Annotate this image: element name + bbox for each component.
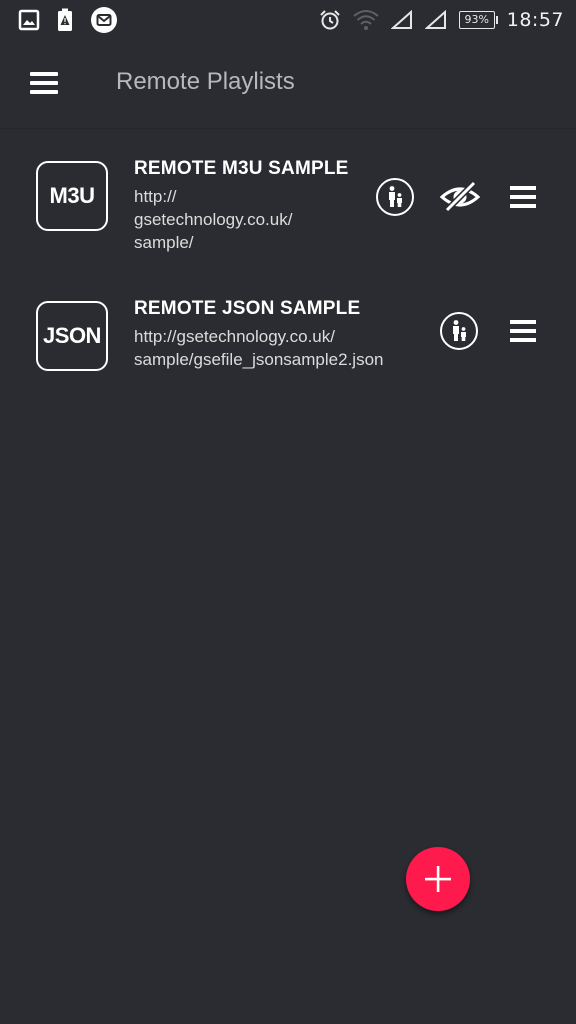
playlist-title: REMOTE JSON SAMPLE	[134, 298, 361, 319]
gallery-icon	[18, 9, 40, 31]
playlist-item-m3u[interactable]: M3U REMOTE M3U SAMPLE http:// gsetechnol…	[0, 140, 576, 270]
json-logo: JSON	[36, 301, 108, 371]
visibility-toggle-button[interactable]	[439, 180, 481, 214]
notification-icons	[18, 6, 118, 34]
drag-handle-icon[interactable]	[510, 186, 536, 210]
playlist-url: http:// gsetechnology.co.uk/ sample/	[134, 185, 292, 254]
playlist-url-line: gsetechnology.co.uk/	[134, 210, 293, 229]
parental-control-icon	[453, 320, 466, 341]
status-bar: 93% 18:57	[0, 0, 576, 40]
playlist-item-json[interactable]: JSON REMOTE JSON SAMPLE http://gsetechno…	[0, 280, 576, 400]
system-icons: 93% 18:57	[319, 6, 564, 34]
playlist-url-line: http://gsetechnology.co.uk/	[134, 327, 335, 346]
alarm-icon	[320, 10, 340, 30]
signal-icon-2	[424, 10, 446, 29]
playlist-url-line: http://	[134, 187, 177, 206]
wifi-icon	[353, 10, 379, 30]
page-title: Remote Playlists	[116, 68, 295, 95]
battery-indicator: 93%	[458, 11, 498, 29]
playlist-url-line: sample/gsefile_jsonsample2.json	[134, 350, 384, 369]
visibility-off-icon	[439, 180, 481, 213]
plus-icon	[425, 866, 451, 892]
m3u-logo: M3U	[36, 161, 108, 231]
drag-handle-icon[interactable]	[510, 320, 536, 344]
parental-control-button[interactable]	[376, 178, 414, 216]
playlist-title: REMOTE M3U SAMPLE	[134, 158, 349, 179]
mail-icon	[91, 7, 117, 33]
battery-warning-icon	[58, 8, 72, 31]
parental-control-icon	[389, 186, 402, 207]
parental-control-button[interactable]	[440, 312, 478, 350]
status-clock: 18:57	[506, 9, 564, 31]
add-playlist-button[interactable]	[406, 847, 470, 911]
playlist-url-line: sample/	[134, 233, 194, 252]
signal-icon	[390, 10, 412, 29]
app-bar: Remote Playlists	[0, 40, 576, 129]
playlist-url: http://gsetechnology.co.uk/ sample/gsefi…	[134, 325, 383, 371]
hamburger-menu-icon[interactable]	[30, 70, 60, 96]
